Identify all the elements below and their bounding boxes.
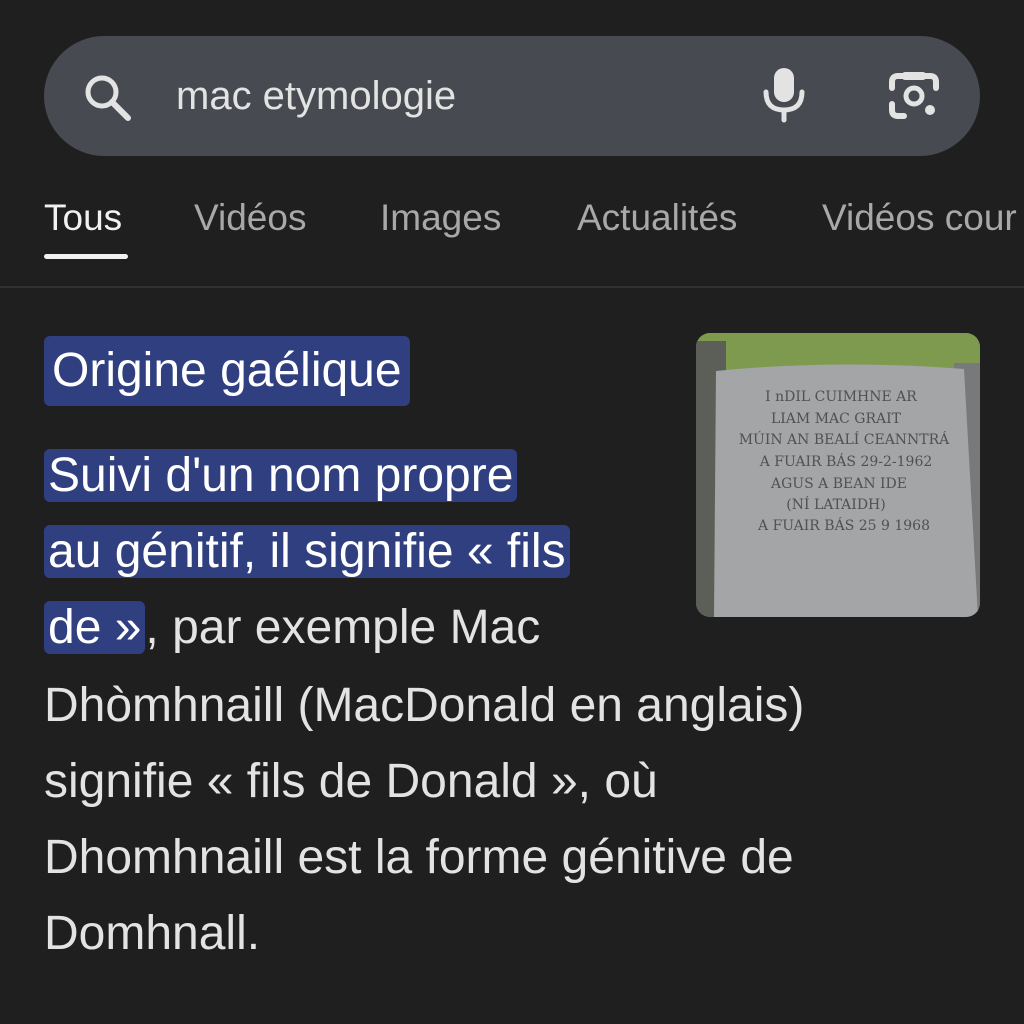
result-thumbnail[interactable]: I nDIL CUIMHNE AR LIAM MAC GRAIT MÚIN AN… [696,333,980,617]
tab-bar: Tous Vidéos Images Actualités Vidéos cou… [0,190,1024,260]
google-lens-icon[interactable] [884,68,944,124]
inscription-line: A FUAIR BÁS 29-2-1962 [759,452,933,470]
snippet-highlight: au génitif, il signifie « fils [44,525,570,578]
snippet-line: au génitif, il signifie « fils [44,516,570,588]
snippet-highlight: Suivi d'un nom propre [44,449,518,502]
tab-images[interactable]: Images [380,190,501,246]
snippet-line: de », par exemple Mac [44,592,540,664]
inscription-line: LIAM MAC GRAIT [771,411,902,427]
search-input[interactable]: mac etymologie [176,68,456,124]
snippet-line: Suivi d'un nom propre [44,440,518,512]
result-title[interactable]: Origine gaélique [44,336,410,406]
snippet-text: Dhòmhnaill (MacDonald en anglais) [44,679,805,732]
inscription-line: AGUS A BEAN IDE [770,476,907,492]
tab-actualites[interactable]: Actualités [577,190,737,246]
tab-videos[interactable]: Vidéos [194,190,306,246]
tab-tous[interactable]: Tous [44,190,122,246]
divider [0,286,1024,288]
snippet-text: Dhomhnaill est la forme génitive de [44,831,794,884]
tab-videos-courtes[interactable]: Vidéos cour [822,190,1017,246]
inscription-line: A FUAIR BÁS 25 9 1968 [757,516,930,534]
inscription-line: MÚIN AN BEALÍ CEANNTRÁ [739,430,950,448]
microphone-icon[interactable] [758,66,810,124]
snippet-text: , par exemple Mac [145,601,541,654]
inscription-line: I nDIL CUIMHNE AR [765,389,917,405]
snippet-highlight: de » [44,601,146,654]
snippet-text: Domhnall. [44,907,261,960]
inscription-line: (NÍ LATAIDH) [786,495,885,513]
active-tab-indicator [44,254,128,259]
search-icon[interactable] [80,70,136,126]
snippet-text: signifie « fils de Donald », où [44,755,658,808]
